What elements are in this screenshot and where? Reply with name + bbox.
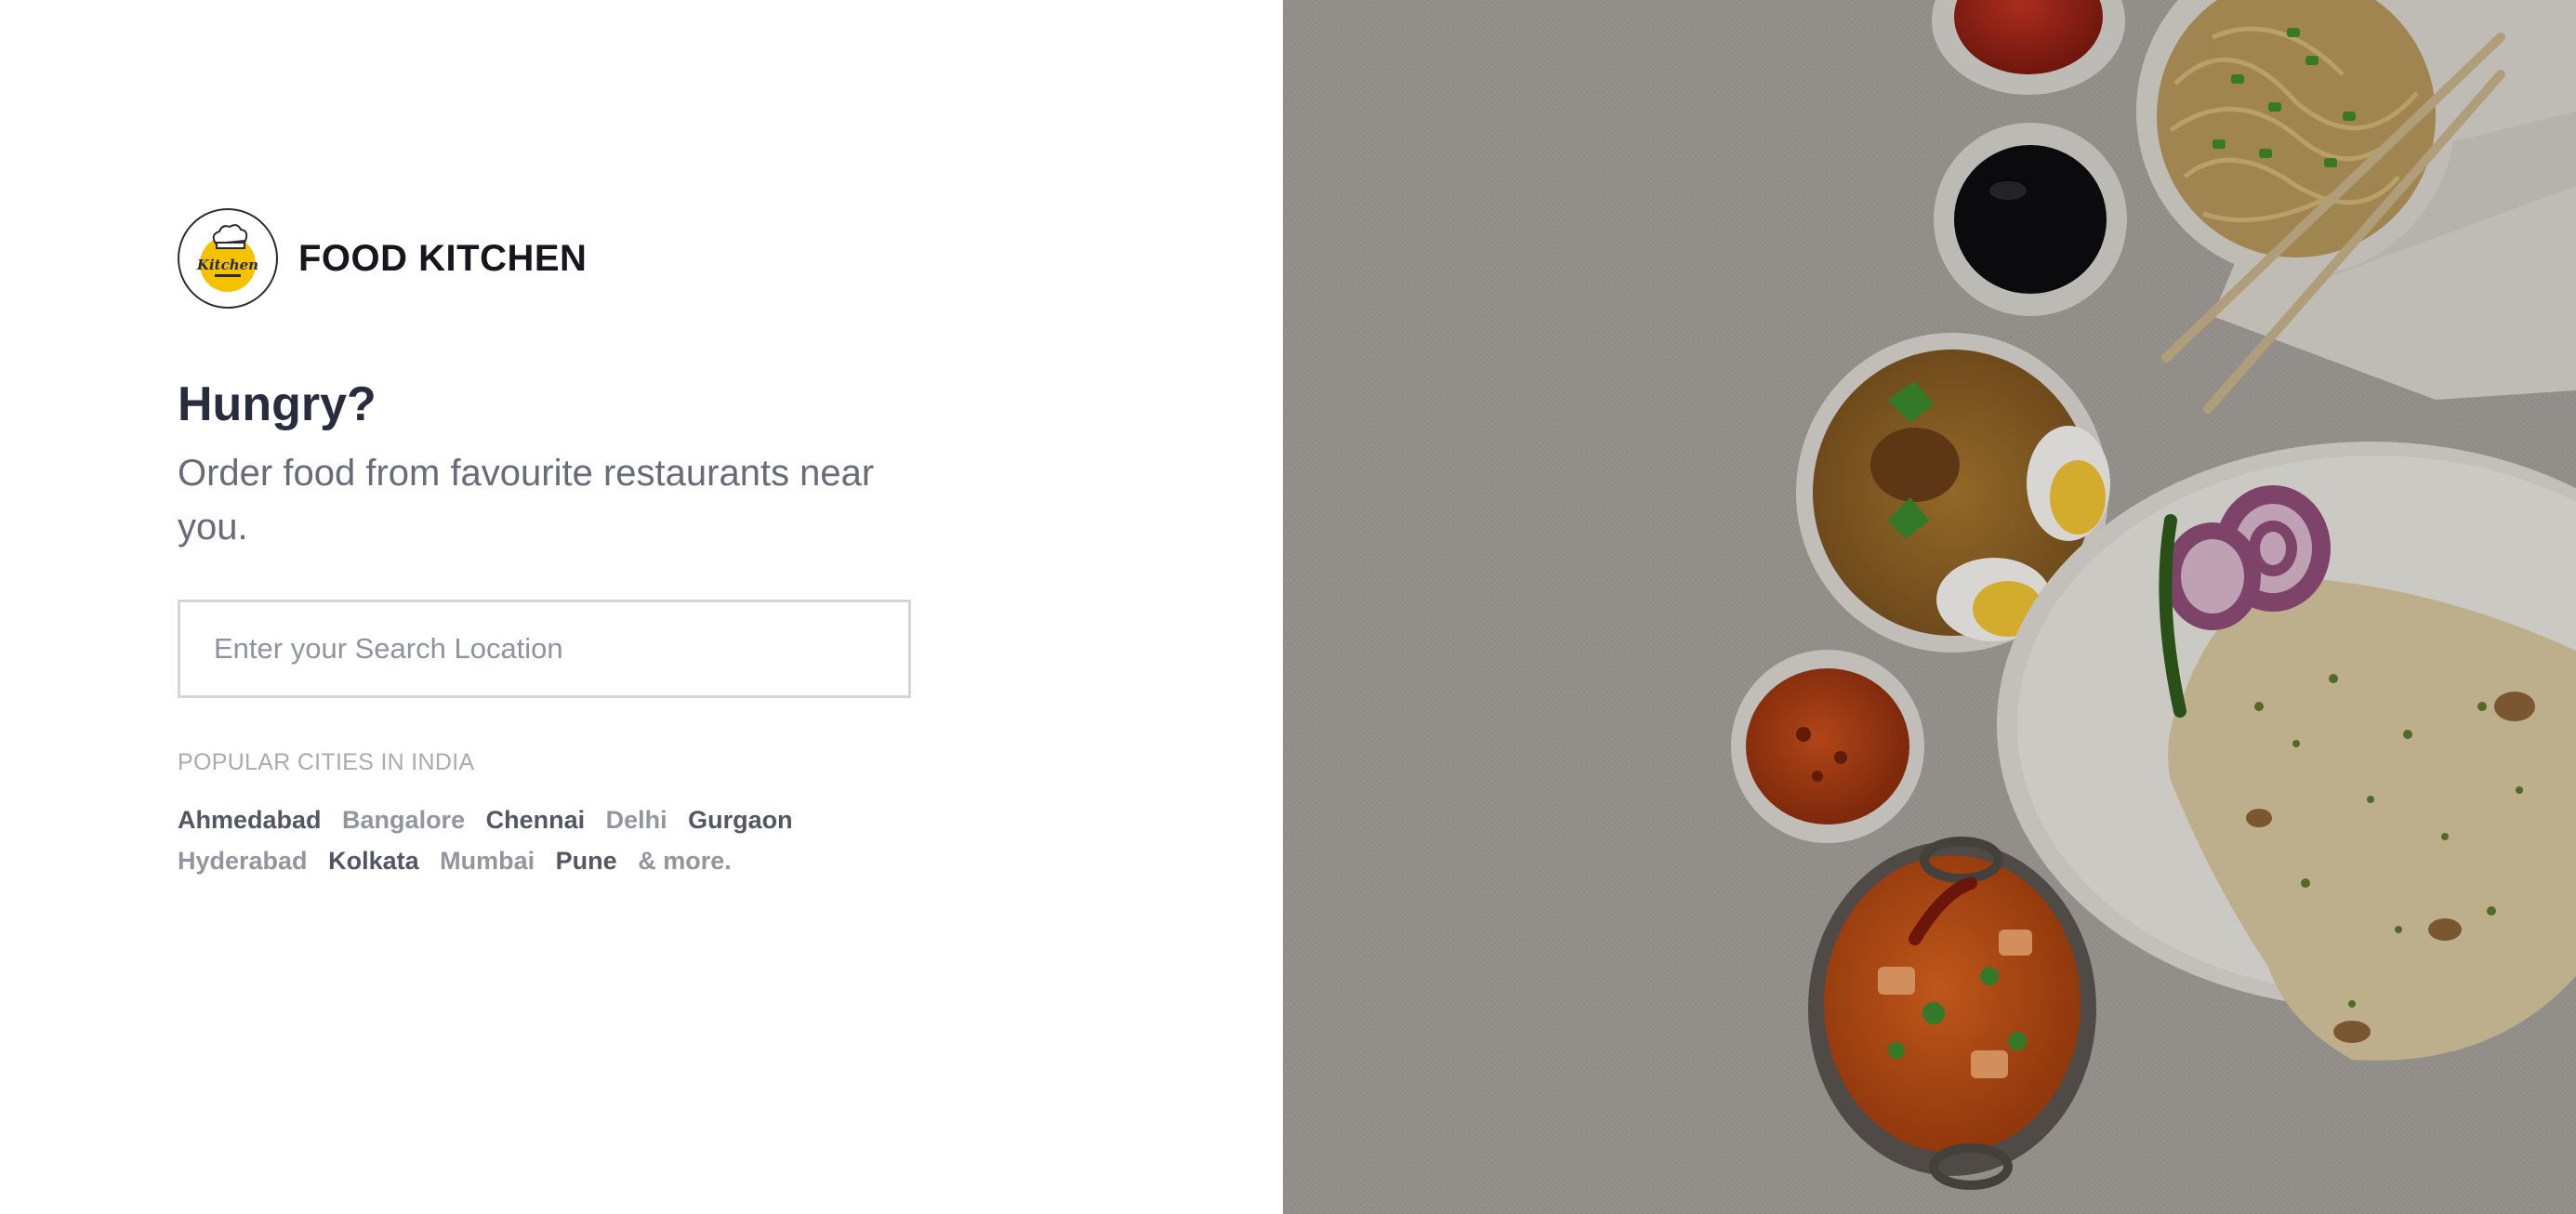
popular-cities-list: Ahmedabad Bangalore Chennai Delhi Gurgao… [178,799,884,881]
chef-hat-kitchen-logo-icon: Kitchen [178,208,278,309]
city-link-pune[interactable]: Pune [556,840,617,881]
city-link-kolkata[interactable]: Kolkata [328,840,419,881]
location-search-box[interactable] [178,600,911,698]
page-subtitle: Order food from favourite restaurants ne… [178,453,875,548]
city-link-chennai[interactable]: Chennai [486,799,586,840]
city-link-mumbai[interactable]: Mumbai [440,840,535,881]
left-panel: Kitchen FOOD KITCHEN Hungry? Order food … [0,0,1283,1214]
landing-page: Kitchen FOOD KITCHEN Hungry? Order food … [0,0,2576,1214]
location-search-input[interactable] [180,602,908,695]
brand-name: FOOD KITCHEN [298,237,588,279]
city-link-hyderabad[interactable]: Hyderabad [178,840,308,881]
city-link-delhi[interactable]: Delhi [606,799,667,840]
brand[interactable]: Kitchen FOOD KITCHEN [178,208,587,309]
city-link-ahmedabad[interactable]: Ahmedabad [178,799,322,840]
more-cities-link[interactable]: & more. [638,847,732,875]
city-link-bangalore[interactable]: Bangalore [342,799,465,840]
logo-wordmark: Kitchen [196,257,258,273]
city-link-gurgaon[interactable]: Gurgaon [688,799,793,840]
popular-cities-label: POPULAR CITIES IN INDIA [178,749,475,775]
food-spread-image [1283,0,2576,1214]
page-title: Hungry? [178,377,376,431]
